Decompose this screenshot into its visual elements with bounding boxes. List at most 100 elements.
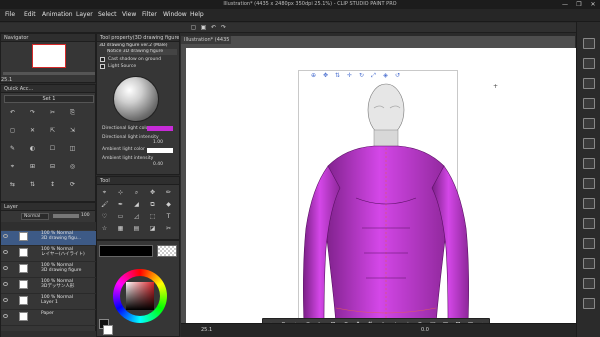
- snap-icon[interactable]: ◈: [382, 72, 389, 79]
- background-color[interactable]: [103, 325, 113, 335]
- quick-access-icon[interactable]: ⇅: [29, 181, 36, 188]
- quick-access-icon[interactable]: ↕: [49, 181, 56, 188]
- tool-icon[interactable]: ✒: [117, 201, 124, 208]
- directional-intensity-value[interactable]: 1.00: [153, 140, 163, 145]
- tool-icon[interactable]: ⊹: [117, 189, 124, 196]
- tool-icon[interactable]: ✏: [165, 189, 172, 196]
- quick-access-icon[interactable]: ↷: [29, 109, 36, 116]
- set-select[interactable]: Set 1: [4, 95, 94, 103]
- eye-icon[interactable]: [3, 282, 8, 286]
- layer-row[interactable]: Paper: [1, 311, 96, 326]
- layer-row[interactable]: 100 % Normal 3D drawing figure: [1, 263, 96, 278]
- directional-color-swatch[interactable]: [147, 126, 173, 131]
- eye-icon[interactable]: [3, 298, 8, 302]
- quick-access-icon[interactable]: ◐: [29, 145, 36, 152]
- undo-icon[interactable]: ↶: [210, 24, 217, 31]
- panel-toggle-icon[interactable]: [583, 178, 595, 189]
- navigator-preview[interactable]: [32, 44, 66, 68]
- ambient-intensity-value[interactable]: 0.40: [153, 162, 163, 167]
- redo-icon[interactable]: ↷: [220, 24, 227, 31]
- layer-row[interactable]: 100 % Normal 3Dデッサン人形: [1, 279, 96, 294]
- panel-toggle-icon[interactable]: [583, 78, 595, 89]
- tool-icon[interactable]: ♡: [101, 213, 108, 220]
- rotate-camera-icon[interactable]: ⊕: [310, 72, 317, 79]
- tool-icon[interactable]: ▭: [117, 213, 124, 220]
- panel-toggle-icon[interactable]: [583, 58, 595, 69]
- tool-icon[interactable]: ◆: [165, 201, 172, 208]
- canvas-tab[interactable]: Illustration* (4435 x 2480px 350dpi 25.1…: [181, 36, 231, 44]
- layer-row[interactable]: 100 % Normal レイヤー(ハイライト): [1, 247, 96, 262]
- tool-icon[interactable]: ◿: [133, 213, 140, 220]
- ambient-color-swatch[interactable]: [147, 148, 173, 153]
- tool-icon[interactable]: ☆: [101, 225, 108, 232]
- layer-row[interactable]: 100 % Normal Layer 1: [1, 295, 96, 310]
- quick-access-icon[interactable]: ⇆: [9, 181, 16, 188]
- quick-access-icon[interactable]: ☐: [49, 145, 56, 152]
- tool-icon[interactable]: ▦: [117, 225, 124, 232]
- panel-toggle-icon[interactable]: [583, 258, 595, 269]
- tool-icon[interactable]: ⬚: [149, 213, 156, 220]
- quick-access-icon[interactable]: ◫: [69, 145, 76, 152]
- saturation-square[interactable]: [126, 282, 154, 310]
- menu-animation[interactable]: Animation: [42, 11, 73, 18]
- tool-icon[interactable]: ◢: [133, 201, 140, 208]
- panel-toggle-icon[interactable]: [583, 38, 595, 49]
- eye-icon[interactable]: [3, 250, 8, 254]
- panel-toggle-icon[interactable]: [583, 298, 595, 309]
- menu-filter[interactable]: Filter: [142, 11, 157, 18]
- rotate-object-icon[interactable]: ↻: [358, 72, 365, 79]
- maximize-button[interactable]: ❐: [572, 0, 586, 9]
- tool-icon[interactable]: ⧉: [149, 201, 156, 208]
- main-color-swatch[interactable]: [99, 245, 153, 257]
- tool-icon[interactable]: ▤: [133, 225, 140, 232]
- dolly-camera-icon[interactable]: ⇅: [334, 72, 341, 79]
- blend-mode-select[interactable]: Normal: [21, 213, 49, 220]
- quick-access-icon[interactable]: ✕: [29, 127, 36, 134]
- rotation-value[interactable]: 0.0: [421, 327, 429, 333]
- tool-icon[interactable]: ⌕: [133, 189, 140, 196]
- quick-access-icon[interactable]: ⇲: [69, 127, 76, 134]
- layer-row[interactable]: 100 % Normal 3D drawing figu...: [1, 231, 96, 246]
- move-object-icon[interactable]: ✛: [346, 72, 353, 79]
- quick-access-icon[interactable]: ⎘: [69, 109, 76, 116]
- eye-icon[interactable]: [3, 314, 8, 318]
- panel-toggle-icon[interactable]: [583, 98, 595, 109]
- reset-icon[interactable]: ↺: [394, 72, 401, 79]
- menu-select[interactable]: Select: [98, 11, 117, 18]
- panel-toggle-icon[interactable]: [583, 118, 595, 129]
- menu-file[interactable]: File: [5, 11, 15, 18]
- menu-window[interactable]: Window: [163, 11, 187, 18]
- quick-access-icon[interactable]: ⇱: [49, 127, 56, 134]
- panel-toggle-icon[interactable]: [583, 158, 595, 169]
- scale-object-icon[interactable]: ⤢: [370, 72, 377, 79]
- minimize-button[interactable]: —: [558, 0, 572, 9]
- quick-access-icon[interactable]: ⊞: [29, 163, 36, 170]
- panel-toggle-icon[interactable]: [583, 218, 595, 229]
- quick-access-icon[interactable]: ⟳: [69, 181, 76, 188]
- paper-canvas[interactable]: ⊕ ✥ ⇅ ✛ ↻ ⤢ ◈ ↺ +: [186, 48, 576, 324]
- quick-access-icon[interactable]: ⊟: [49, 163, 56, 170]
- quick-access-icon[interactable]: ⌖: [9, 163, 16, 170]
- new-icon[interactable]: ▢: [190, 24, 197, 31]
- eye-icon[interactable]: [3, 266, 8, 270]
- eye-icon[interactable]: [3, 234, 8, 238]
- quick-access-icon[interactable]: ↶: [9, 109, 16, 116]
- tool-icon[interactable]: ⌖: [101, 189, 108, 196]
- quick-access-icon[interactable]: ◎: [69, 163, 76, 170]
- tool-icon[interactable]: ◪: [149, 225, 156, 232]
- opacity-value[interactable]: 100: [81, 213, 90, 218]
- panel-toggle-icon[interactable]: [583, 138, 595, 149]
- tool-icon[interactable]: ✥: [149, 189, 156, 196]
- quick-access-icon[interactable]: ✎: [9, 145, 16, 152]
- panel-toggle-icon[interactable]: [583, 198, 595, 209]
- tool-icon[interactable]: T: [165, 213, 172, 220]
- quick-access-icon[interactable]: ◻: [9, 127, 16, 134]
- menu-view[interactable]: View: [122, 11, 136, 18]
- menu-edit[interactable]: Edit: [24, 11, 36, 18]
- pan-camera-icon[interactable]: ✥: [322, 72, 329, 79]
- light-source-checkbox[interactable]: [100, 64, 105, 69]
- menu-help[interactable]: Help: [190, 11, 204, 18]
- save-icon[interactable]: ▣: [200, 24, 207, 31]
- 3d-drawing-figure[interactable]: [266, 78, 506, 324]
- transparent-color-swatch[interactable]: [157, 245, 177, 257]
